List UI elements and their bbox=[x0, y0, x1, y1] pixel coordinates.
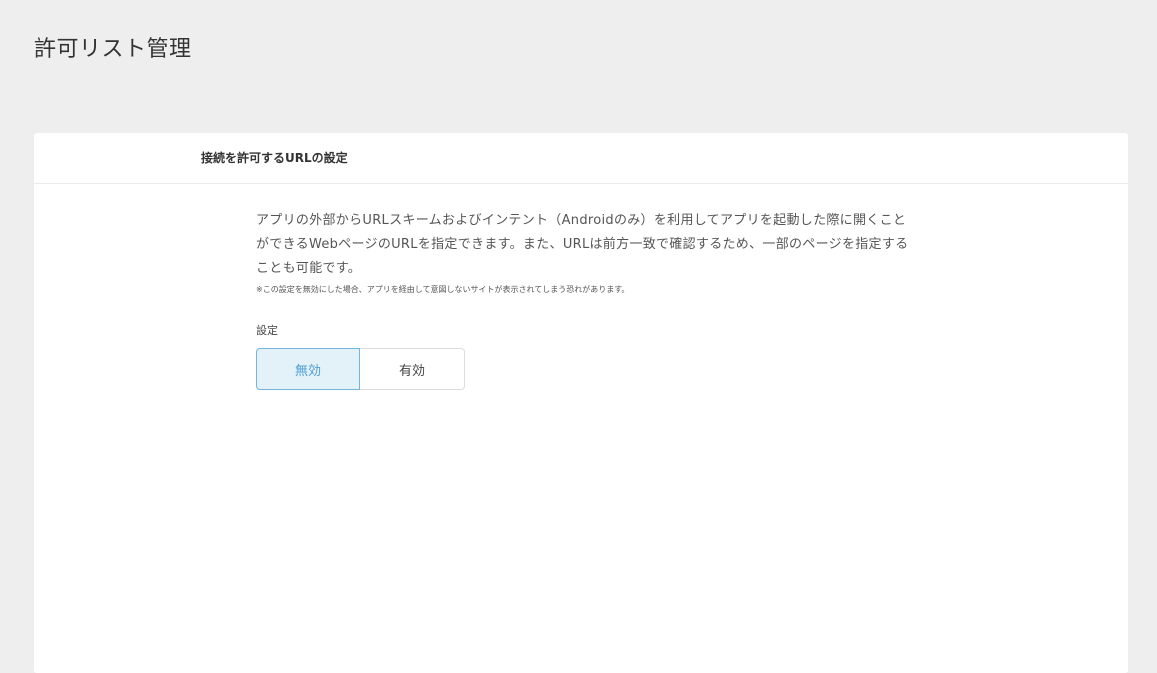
warning-note: ※この設定を無効にした場合、アプリを経由して意図しないサイトが表示されてしまう恐… bbox=[256, 285, 630, 294]
disable-option-button[interactable]: 無効 bbox=[256, 348, 360, 390]
card-body: アプリの外部からURLスキームおよびインテント（Androidのみ）を利用してア… bbox=[256, 209, 916, 390]
card-header: 接続を許可するURLの設定 bbox=[34, 133, 1128, 184]
setting-label: 設定 bbox=[256, 324, 278, 337]
enable-toggle-group: 無効 有効 bbox=[256, 348, 466, 390]
section-title: 接続を許可するURLの設定 bbox=[201, 151, 348, 165]
section-description: アプリの外部からURLスキームおよびインテント（Androidのみ）を利用してア… bbox=[256, 213, 909, 276]
page-title: 許可リスト管理 bbox=[34, 37, 192, 62]
settings-card: 接続を許可するURLの設定 アプリの外部からURLスキームおよびインテント（An… bbox=[34, 133, 1128, 673]
enable-option-button[interactable]: 有効 bbox=[360, 348, 465, 390]
